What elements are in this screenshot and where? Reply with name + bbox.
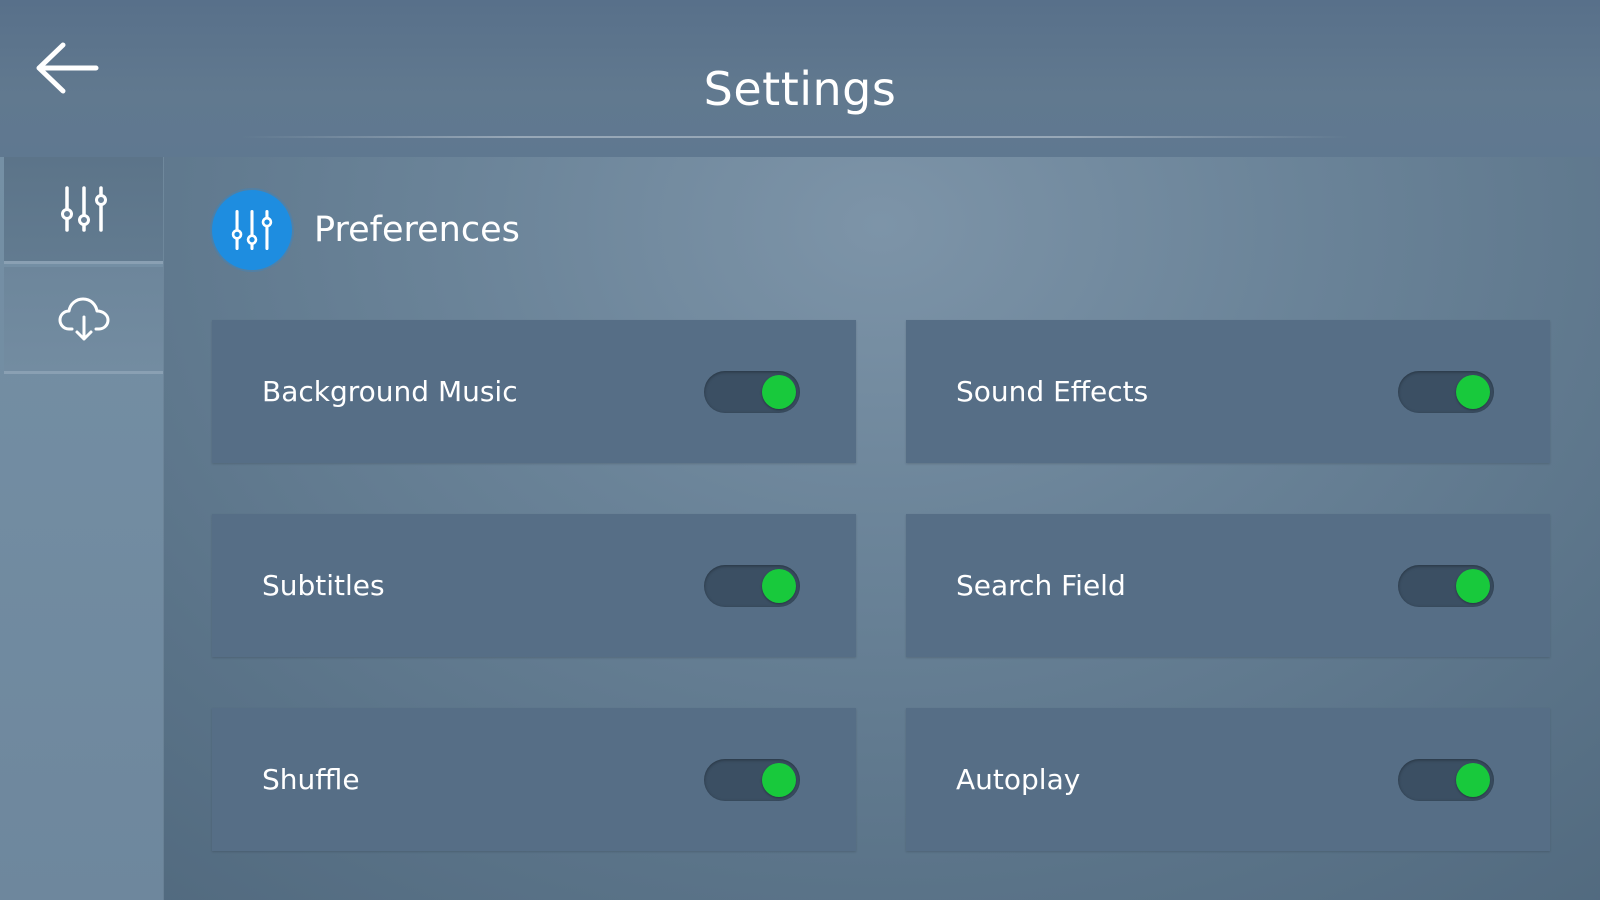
setting-label: Background Music xyxy=(262,375,518,408)
sound-effects-toggle[interactable] xyxy=(1398,370,1494,413)
search-field-toggle[interactable] xyxy=(1398,564,1494,607)
setting-label: Search Field xyxy=(956,569,1126,602)
sidebar-item-preferences[interactable] xyxy=(4,157,163,261)
setting-label: Sound Effects xyxy=(956,375,1149,408)
sliders-icon xyxy=(231,209,273,251)
sidebar-divider xyxy=(4,371,163,374)
section-header: Preferences xyxy=(212,190,520,270)
toggle-knob xyxy=(762,374,796,409)
header-divider xyxy=(240,136,1350,138)
subtitles-toggle[interactable] xyxy=(704,564,800,607)
sidebar-item-cloud[interactable] xyxy=(4,267,163,371)
setting-card-subtitles[interactable]: Subtitles xyxy=(212,514,856,657)
setting-card-search-field[interactable]: Search Field xyxy=(906,514,1550,657)
toggle-knob xyxy=(762,762,796,797)
setting-label: Subtitles xyxy=(262,569,385,602)
sidebar-divider xyxy=(4,261,163,264)
toggle-knob xyxy=(1456,568,1490,603)
header-bar: Settings xyxy=(0,0,1600,157)
setting-label: Shuffle xyxy=(262,763,360,796)
setting-card-sound-effects[interactable]: Sound Effects xyxy=(906,320,1550,463)
sliders-icon xyxy=(60,186,107,232)
shuffle-toggle[interactable] xyxy=(704,758,800,801)
section-badge xyxy=(212,190,292,270)
toggle-knob xyxy=(762,568,796,603)
setting-card-autoplay[interactable]: Autoplay xyxy=(906,708,1550,851)
sidebar xyxy=(0,157,164,900)
section-title: Preferences xyxy=(314,210,520,250)
background-music-toggle[interactable] xyxy=(704,370,800,413)
setting-label: Autoplay xyxy=(956,763,1081,796)
cloud-download-icon xyxy=(58,297,109,341)
toggle-knob xyxy=(1456,762,1490,797)
page-title: Settings xyxy=(703,62,897,116)
setting-card-shuffle[interactable]: Shuffle xyxy=(212,708,856,851)
toggle-knob xyxy=(1456,374,1490,409)
autoplay-toggle[interactable] xyxy=(1398,758,1494,801)
setting-card-background-music[interactable]: Background Music xyxy=(212,320,856,463)
